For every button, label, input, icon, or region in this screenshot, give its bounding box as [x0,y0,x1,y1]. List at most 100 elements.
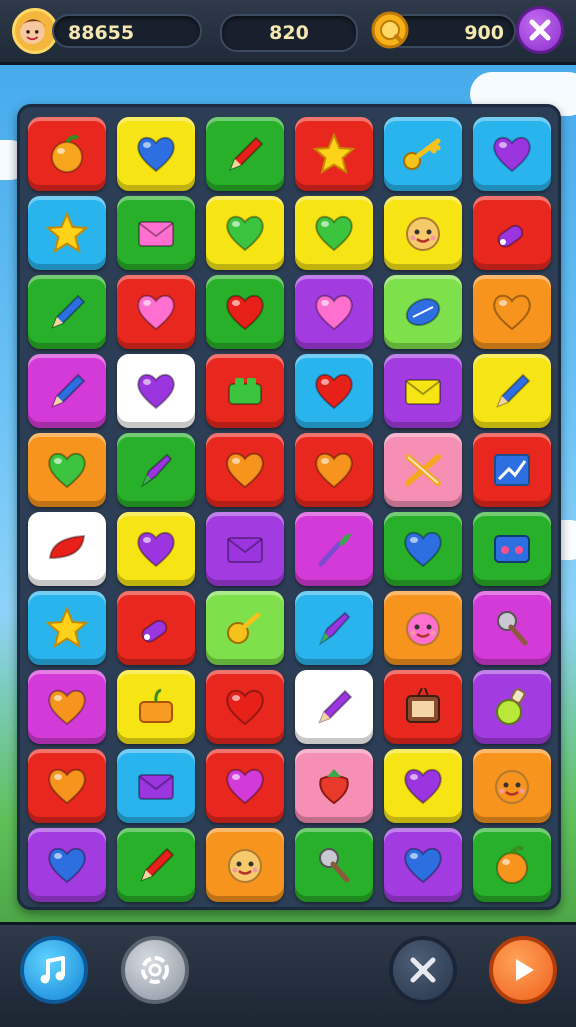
heart-orange-icon [315,452,353,489]
play-button[interactable] [489,936,557,1004]
box-blue-icon [494,535,530,563]
block-green-icon [228,378,262,405]
pencil-blue-icon [51,294,86,329]
tile-heart-purple[interactable] [384,749,462,823]
tile-heart-magenta[interactable] [206,749,284,823]
pencil-red-icon [140,847,175,882]
heart-purple-icon [137,531,175,568]
tile-heart-orange[interactable] [206,433,284,507]
tile-heart-blue[interactable] [384,828,462,902]
heart-orange-icon [48,689,86,726]
tile-key[interactable] [384,117,462,191]
tile-crossed-pencils[interactable] [384,433,462,507]
tile-heart-purple[interactable] [117,354,195,428]
tile-pencil-blue[interactable] [28,275,106,349]
rocket-purple-icon [318,611,351,646]
tile-mic[interactable] [473,591,551,665]
tile-pencil-red[interactable] [206,117,284,191]
tile-mic[interactable] [295,828,373,902]
tile-heart-red[interactable] [206,275,284,349]
tile-face-pink[interactable] [384,591,462,665]
tile-key-yellow[interactable] [206,591,284,665]
tile-heart-red[interactable] [295,354,373,428]
tile-box-blue[interactable] [473,512,551,586]
tile-rocket-purple[interactable] [117,433,195,507]
tile-heart-orange[interactable] [28,670,106,744]
tile-envelope-pink[interactable] [117,196,195,270]
tile-pencil-red[interactable] [117,828,195,902]
tile-heart-red[interactable] [206,670,284,744]
tile-rocket-purple[interactable] [295,591,373,665]
tile-pencil-blue[interactable] [28,354,106,428]
star-icon [45,606,89,649]
tile-leaf-red[interactable] [28,512,106,586]
tile-potion[interactable] [473,670,551,744]
tile-heart-purple[interactable] [473,117,551,191]
settings-icon [141,956,169,984]
heart-orange-icon [493,294,531,331]
score-display: 88655 [52,14,202,48]
tile-heart-orange[interactable] [28,749,106,823]
tile-envelope-purple[interactable] [117,749,195,823]
tile-envelope-purple[interactable] [206,512,284,586]
crossed-pencils-icon [405,454,441,486]
tile-heart-green[interactable] [28,433,106,507]
tile-heart-purple[interactable] [117,512,195,586]
moves-display: 820 [220,14,358,52]
tile-star[interactable] [295,117,373,191]
pencil-red-icon [229,136,264,171]
tile-fruit-orange[interactable] [473,828,551,902]
tile-pencil-blue[interactable] [473,354,551,428]
tile-fruit[interactable] [28,117,106,191]
ball-blue-icon [405,297,441,327]
heart-red-icon [226,689,264,726]
rocket-purple-icon [140,453,173,488]
key-icon [403,138,441,170]
tile-chart-blue[interactable] [473,433,551,507]
tile-basket[interactable] [117,670,195,744]
tile-brush[interactable] [295,512,373,586]
tile-block-green[interactable] [206,354,284,428]
tv-icon [406,687,440,723]
shuffle-icon [410,957,436,983]
tile-heart-blue[interactable] [28,828,106,902]
tile-whistle-purple[interactable] [473,196,551,270]
pencil-blue-icon [51,373,86,408]
pencil-blue-icon [496,373,531,408]
tile-face-orange[interactable] [473,749,551,823]
music-button[interactable] [20,936,88,1004]
tile-whistle-purple[interactable] [117,591,195,665]
tile-heart-orange[interactable] [295,433,373,507]
tile-ball-blue[interactable] [384,275,462,349]
settings-button[interactable] [121,936,189,1004]
tile-heart-blue[interactable] [384,512,462,586]
tile-star[interactable] [28,196,106,270]
tile-tv[interactable] [384,670,462,744]
heart-orange-icon [48,768,86,805]
tile-heart-pink[interactable] [117,275,195,349]
fruit-icon [51,135,83,173]
tile-pencil-purple[interactable] [295,670,373,744]
strawberry-icon [319,769,349,805]
envelope-yellow-icon [405,379,441,405]
whistle-purple-icon [497,224,524,248]
face-icon [228,849,262,883]
tile-heart-green[interactable] [206,196,284,270]
tile-face[interactable] [206,828,284,902]
tile-strawberry[interactable] [295,749,373,823]
tile-heart-orange[interactable] [473,275,551,349]
tile-heart-pink[interactable] [295,275,373,349]
tile-heart-green[interactable] [295,196,373,270]
top-hud: 88655 820 900 [0,0,576,65]
mic-icon [497,611,528,646]
star-icon [45,211,89,254]
tile-star[interactable] [28,591,106,665]
tile-face[interactable] [384,196,462,270]
close-button[interactable] [516,6,564,54]
tile-heart-blue[interactable] [117,117,195,191]
shuffle-button[interactable] [389,936,457,1004]
envelope-purple-icon [138,774,174,800]
tile-envelope-yellow[interactable] [384,354,462,428]
face-orange-icon [495,770,529,804]
moves-value: 820 [269,22,309,44]
